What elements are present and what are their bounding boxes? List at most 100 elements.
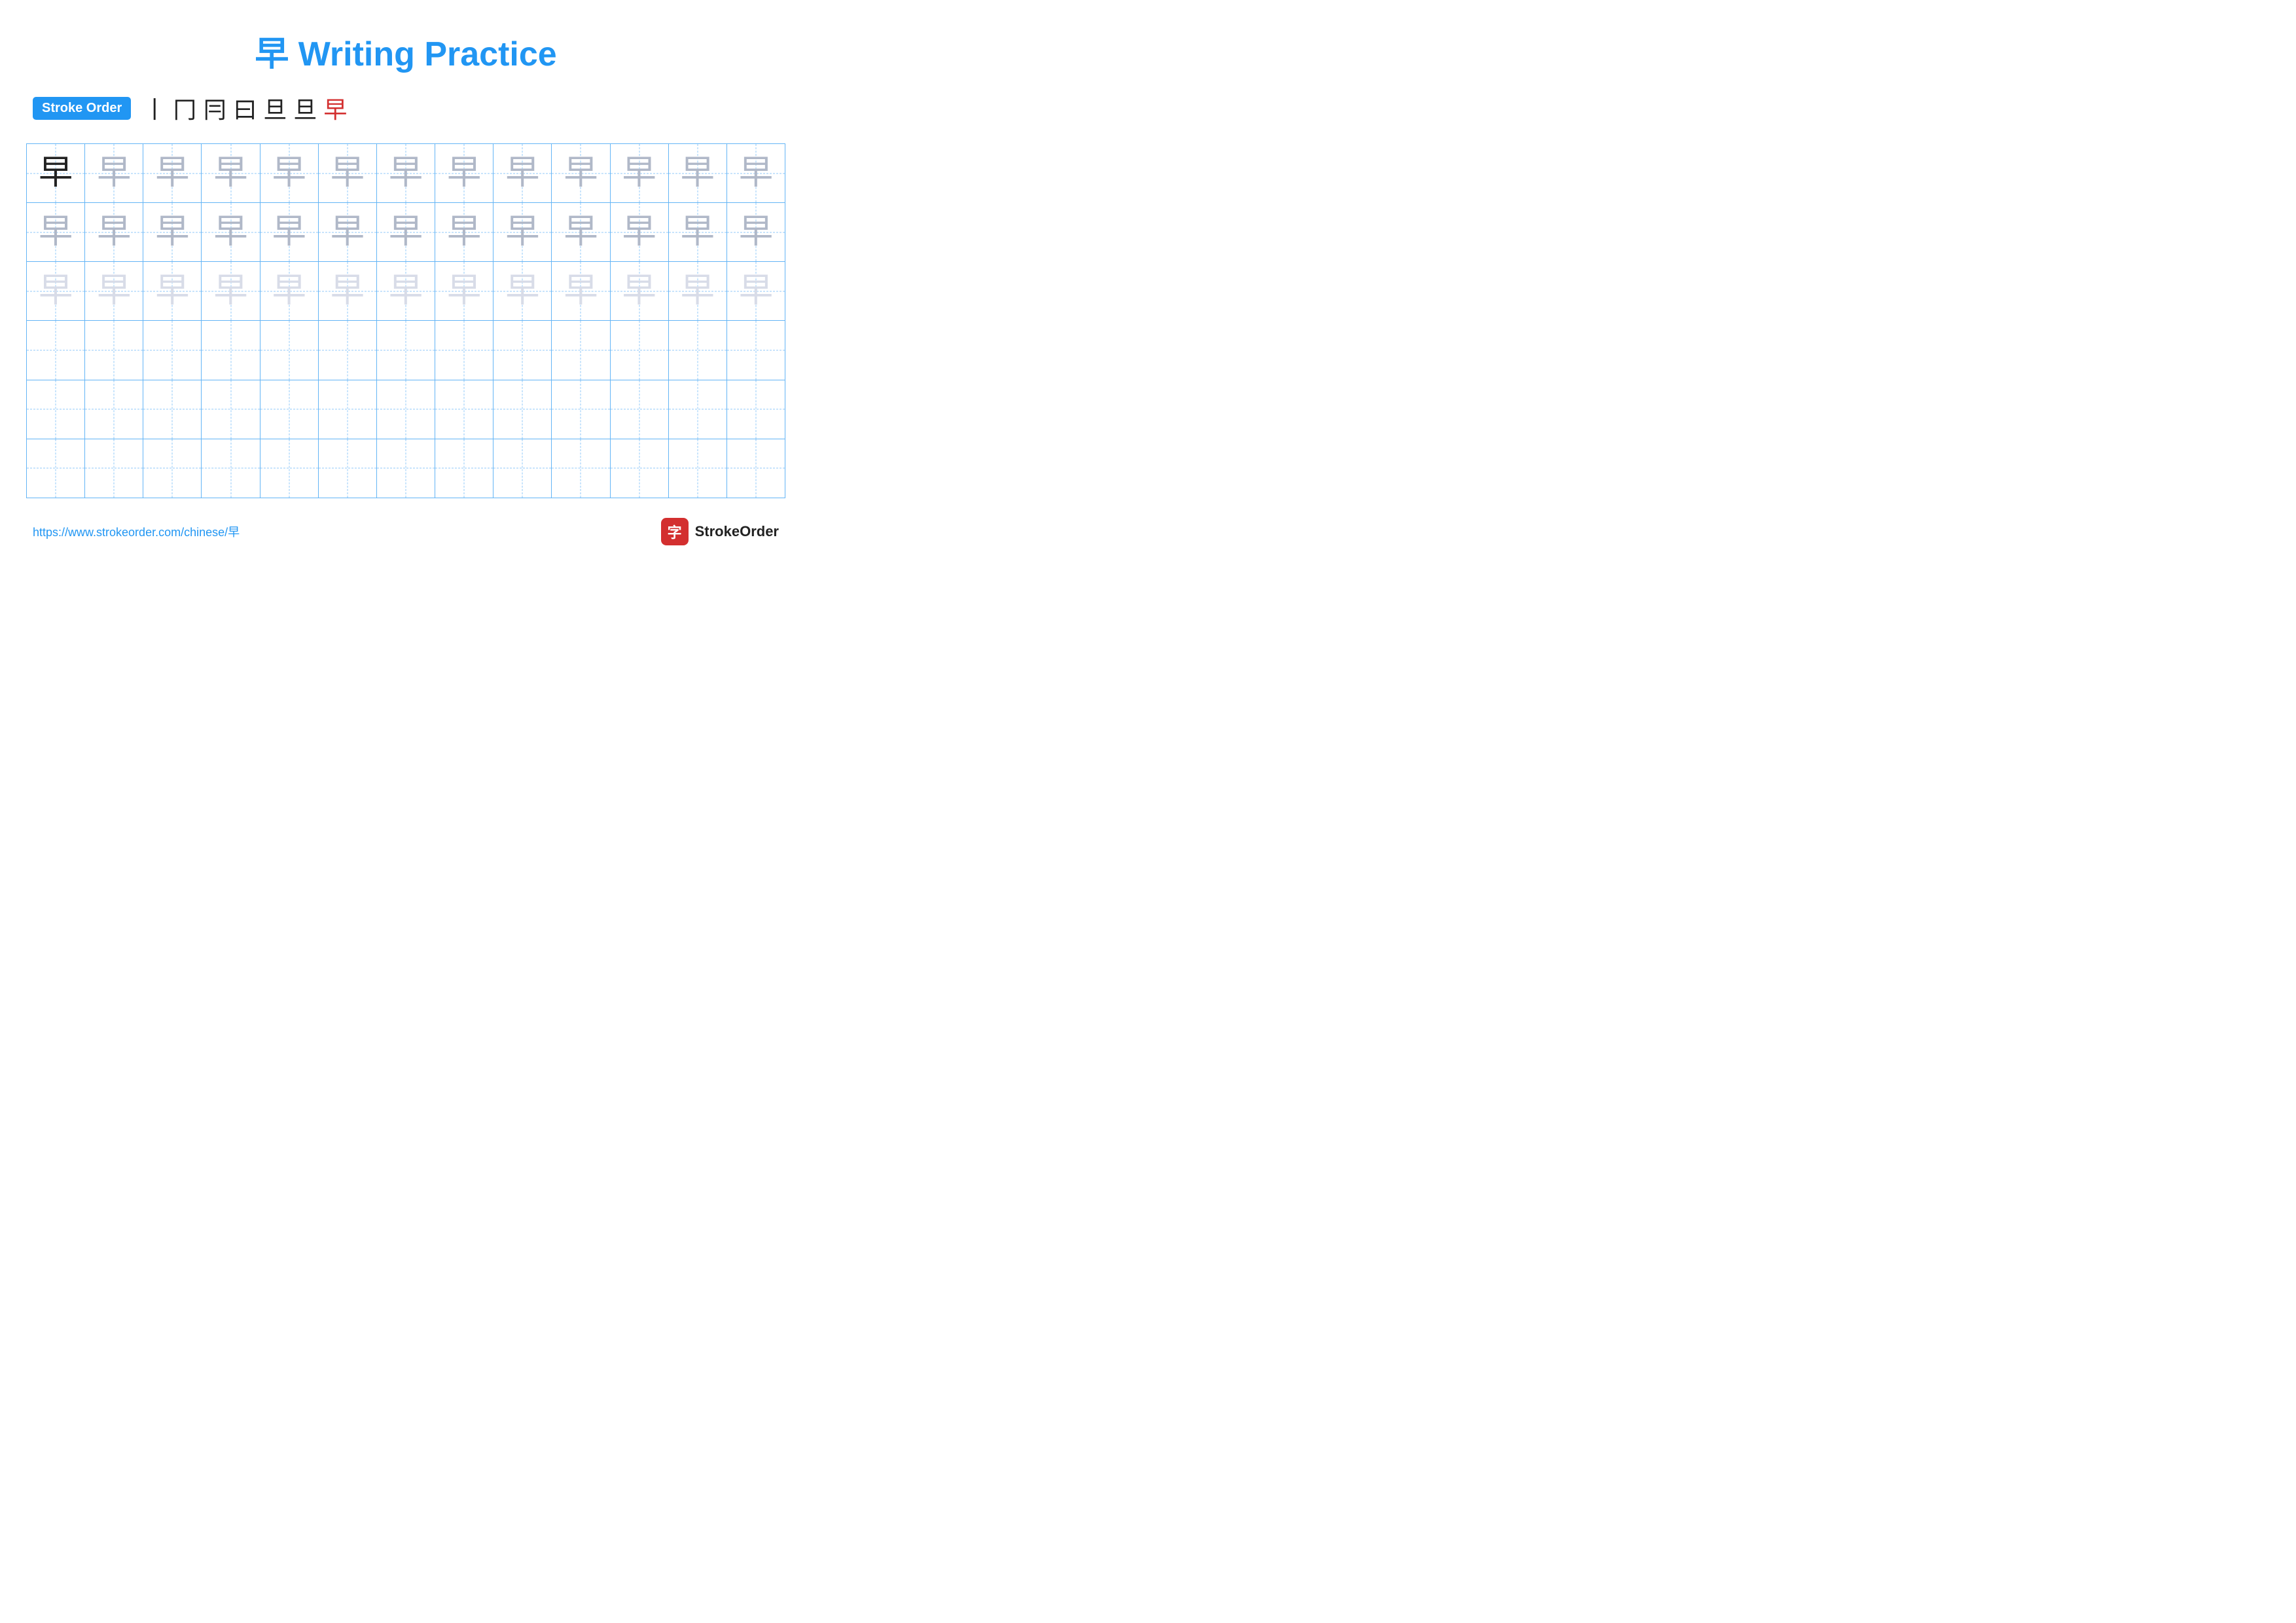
grid-cell-0-6[interactable]: 早 (377, 144, 435, 202)
grid-cell-0-2[interactable]: 早 (143, 144, 202, 202)
grid-cell-2-0[interactable]: 早 (27, 262, 85, 320)
grid-cell-5-11[interactable] (669, 439, 727, 498)
grid-cell-0-3[interactable]: 早 (202, 144, 260, 202)
grid-cell-3-9[interactable] (552, 321, 610, 379)
grid-cell-2-10[interactable]: 早 (611, 262, 669, 320)
grid-cell-5-4[interactable] (260, 439, 319, 498)
grid-cell-0-10[interactable]: 早 (611, 144, 669, 202)
grid-cell-2-12[interactable]: 早 (727, 262, 785, 320)
grid-cell-5-2[interactable] (143, 439, 202, 498)
grid-cell-5-3[interactable] (202, 439, 260, 498)
grid-cell-1-3[interactable]: 早 (202, 203, 260, 261)
grid-cell-4-12[interactable] (727, 380, 785, 439)
grid-cell-1-4[interactable]: 早 (260, 203, 319, 261)
char-in-cell: 早 (214, 215, 248, 249)
grid-cell-2-5[interactable]: 早 (319, 262, 377, 320)
grid-cell-0-7[interactable]: 早 (435, 144, 493, 202)
char-in-cell: 早 (97, 274, 131, 308)
grid-cell-1-1[interactable]: 早 (85, 203, 143, 261)
grid-cell-0-12[interactable]: 早 (727, 144, 785, 202)
grid-cell-2-2[interactable]: 早 (143, 262, 202, 320)
char-in-cell: 早 (622, 156, 656, 191)
grid-cell-1-11[interactable]: 早 (669, 203, 727, 261)
grid-cell-4-5[interactable] (319, 380, 377, 439)
grid-cell-4-3[interactable] (202, 380, 260, 439)
grid-cell-3-7[interactable] (435, 321, 493, 379)
char-in-cell: 早 (681, 156, 715, 191)
grid-cell-1-10[interactable]: 早 (611, 203, 669, 261)
grid-cell-3-2[interactable] (143, 321, 202, 379)
footer-url[interactable]: https://www.strokeorder.com/chinese/早 (33, 523, 240, 540)
grid-cell-2-4[interactable]: 早 (260, 262, 319, 320)
grid-cell-4-1[interactable] (85, 380, 143, 439)
grid-cell-1-12[interactable]: 早 (727, 203, 785, 261)
char-in-cell: 早 (389, 156, 423, 191)
char-in-cell: 早 (272, 215, 306, 249)
grid-cell-1-7[interactable]: 早 (435, 203, 493, 261)
grid-cell-4-0[interactable] (27, 380, 85, 439)
grid-cell-0-4[interactable]: 早 (260, 144, 319, 202)
grid-cell-1-9[interactable]: 早 (552, 203, 610, 261)
brand-label: StrokeOrder (695, 523, 779, 540)
grid-cell-1-0[interactable]: 早 (27, 203, 85, 261)
grid-cell-5-7[interactable] (435, 439, 493, 498)
grid-cell-2-11[interactable]: 早 (669, 262, 727, 320)
grid-cell-5-8[interactable] (493, 439, 552, 498)
grid-cell-3-12[interactable] (727, 321, 785, 379)
grid-cell-5-6[interactable] (377, 439, 435, 498)
grid-cell-3-10[interactable] (611, 321, 669, 379)
grid-cell-3-0[interactable] (27, 321, 85, 379)
grid-cell-4-9[interactable] (552, 380, 610, 439)
stroke-order-badge: Stroke Order (33, 97, 131, 120)
grid-cell-5-12[interactable] (727, 439, 785, 498)
grid-cell-5-9[interactable] (552, 439, 610, 498)
grid-cell-3-5[interactable] (319, 321, 377, 379)
grid-cell-2-9[interactable]: 早 (552, 262, 610, 320)
char-in-cell: 早 (739, 156, 773, 191)
grid-cell-3-3[interactable] (202, 321, 260, 379)
grid-cell-1-8[interactable]: 早 (493, 203, 552, 261)
grid-cell-2-1[interactable]: 早 (85, 262, 143, 320)
grid-cell-3-8[interactable] (493, 321, 552, 379)
grid-cell-0-0[interactable]: 早 (27, 144, 85, 202)
stroke-char-1: 冂 (173, 91, 196, 125)
grid-cell-5-5[interactable] (319, 439, 377, 498)
grid-cell-0-5[interactable]: 早 (319, 144, 377, 202)
grid-cell-4-7[interactable] (435, 380, 493, 439)
grid-cell-1-5[interactable]: 早 (319, 203, 377, 261)
grid-cell-2-7[interactable]: 早 (435, 262, 493, 320)
char-in-cell: 早 (331, 215, 365, 249)
grid-cell-1-6[interactable]: 早 (377, 203, 435, 261)
grid-cell-4-4[interactable] (260, 380, 319, 439)
grid-row-3 (27, 321, 785, 380)
char-in-cell: 早 (155, 215, 189, 249)
grid-cell-2-8[interactable]: 早 (493, 262, 552, 320)
footer-brand: 字 StrokeOrder (661, 518, 779, 545)
grid-cell-4-10[interactable] (611, 380, 669, 439)
grid-cell-4-6[interactable] (377, 380, 435, 439)
grid-cell-0-9[interactable]: 早 (552, 144, 610, 202)
grid-cell-4-8[interactable] (493, 380, 552, 439)
grid-cell-3-1[interactable] (85, 321, 143, 379)
char-in-cell: 早 (622, 274, 656, 308)
grid-cell-5-0[interactable] (27, 439, 85, 498)
char-in-cell: 早 (681, 274, 715, 308)
grid-cell-3-6[interactable] (377, 321, 435, 379)
grid-cell-0-8[interactable]: 早 (493, 144, 552, 202)
grid-cell-0-1[interactable]: 早 (85, 144, 143, 202)
char-in-cell: 早 (214, 156, 248, 191)
grid-cell-0-11[interactable]: 早 (669, 144, 727, 202)
grid-cell-3-4[interactable] (260, 321, 319, 379)
grid-cell-5-10[interactable] (611, 439, 669, 498)
grid-cell-1-2[interactable]: 早 (143, 203, 202, 261)
stroke-char-0: 丨 (143, 91, 166, 125)
grid-cell-3-11[interactable] (669, 321, 727, 379)
grid-cell-4-2[interactable] (143, 380, 202, 439)
grid-cell-5-1[interactable] (85, 439, 143, 498)
grid-cell-4-11[interactable] (669, 380, 727, 439)
char-in-cell: 早 (272, 156, 306, 191)
grid-cell-2-6[interactable]: 早 (377, 262, 435, 320)
brand-icon: 字 (661, 518, 689, 545)
page-title: 早 Writing Practice (26, 26, 785, 75)
grid-cell-2-3[interactable]: 早 (202, 262, 260, 320)
